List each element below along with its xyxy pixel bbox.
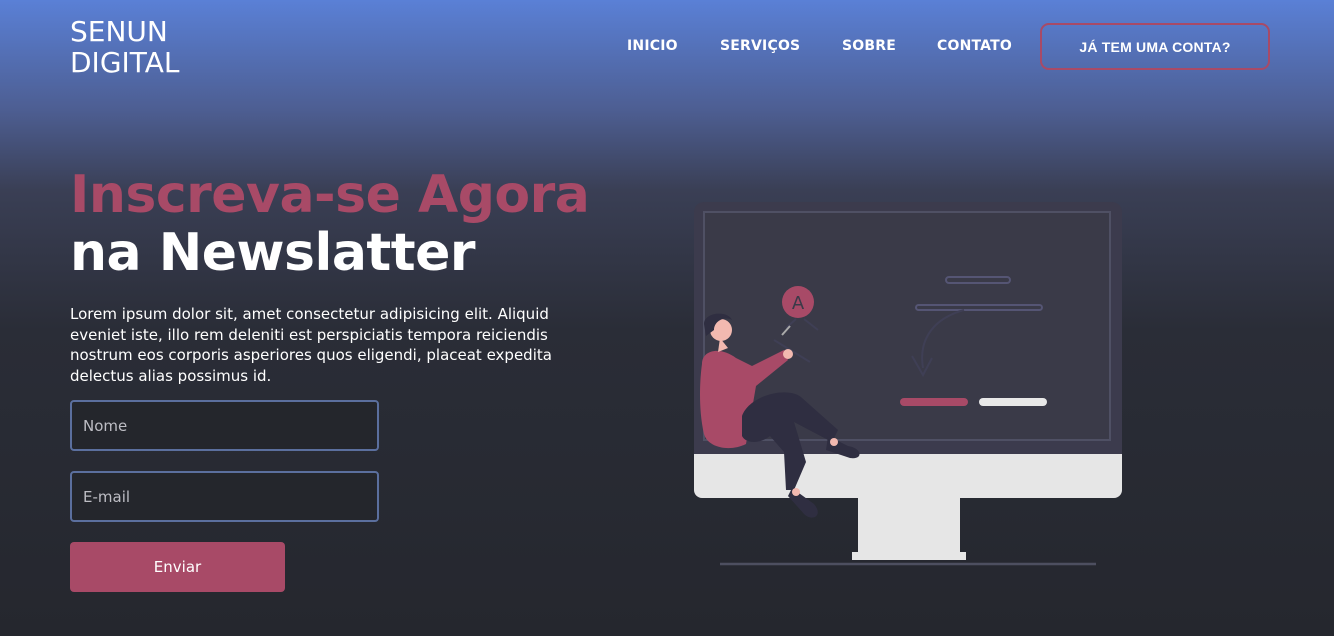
hero-title-main: na Newslatter — [70, 223, 476, 283]
monitor-stand — [858, 498, 960, 556]
screen-bar-pink — [900, 398, 968, 406]
nav-item-contato[interactable]: CONTATO — [937, 38, 1012, 54]
email-input[interactable] — [70, 471, 379, 522]
brand-logo[interactable]: SENUN DIGITAL — [70, 16, 179, 78]
brand-line-2: DIGITAL — [70, 46, 180, 79]
brand-line-1: SENUN — [70, 15, 168, 48]
nav-item-servicos[interactable]: SERVIÇOS — [720, 38, 800, 54]
person-at-monitor-illustration: A — [694, 202, 1122, 566]
hero-description: Lorem ipsum dolor sit, amet consectetur … — [70, 305, 552, 385]
nav-item-inicio[interactable]: INICIO — [627, 38, 678, 54]
hero-title-highlight: Inscreva-se Agora — [70, 165, 590, 225]
nav-item-sobre[interactable]: SOBRE — [842, 38, 896, 54]
hero-title: Inscreva-se Agora na Newslatter — [70, 165, 590, 283]
letter-badge-text: A — [792, 293, 805, 314]
submit-button[interactable]: Enviar — [70, 542, 285, 592]
login-button[interactable]: JÁ TEM UMA CONTA? — [1040, 23, 1270, 70]
name-input[interactable] — [70, 400, 379, 451]
screen-bar-white — [979, 398, 1047, 406]
